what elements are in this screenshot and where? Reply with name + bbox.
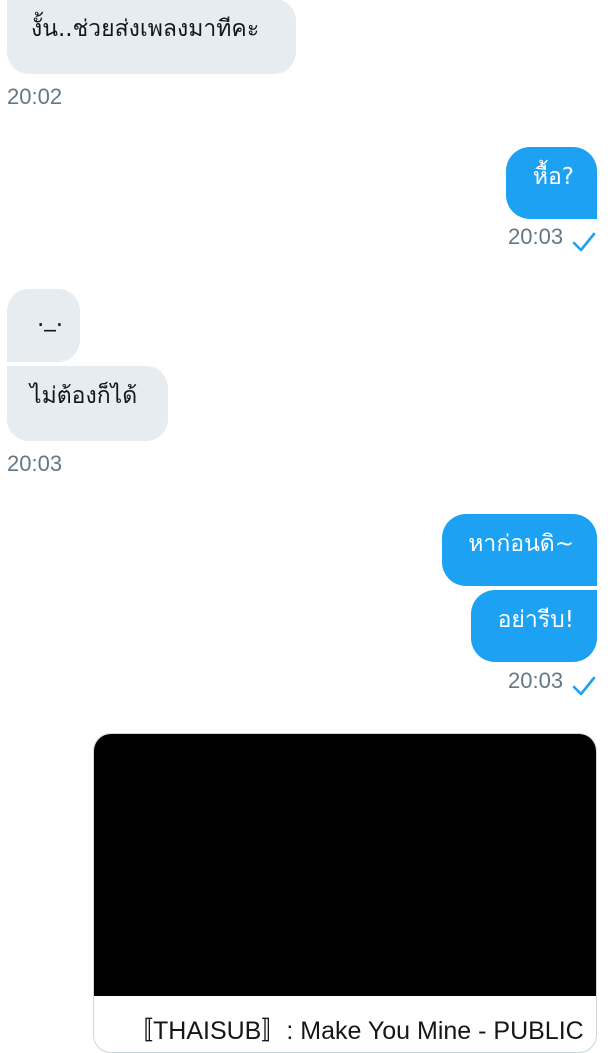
link-preview-card[interactable]: 〚THAISUB〛: Make You Mine - PUBLIC xyxy=(93,733,597,1053)
message-text: ไม่ต้องก็ได้ xyxy=(30,383,138,409)
message-text: หื้อ? xyxy=(532,164,574,190)
message-text: ._. xyxy=(37,306,64,332)
message-text: งั้น..ช่วยส่งเพลงมาทีคะ xyxy=(31,16,260,42)
message-timestamp: 20:03 xyxy=(508,668,564,693)
message-text: อย่ารีบ! xyxy=(497,607,574,633)
outgoing-message-bubble[interactable]: หื้อ? xyxy=(506,147,597,219)
video-thumbnail[interactable] xyxy=(94,734,596,996)
message-timestamp: 20:03 xyxy=(508,224,564,249)
incoming-message-bubble[interactable]: งั้น..ช่วยส่งเพลงมาทีคะ xyxy=(7,0,296,74)
incoming-message-bubble[interactable]: ไม่ต้องก็ได้ xyxy=(7,366,168,441)
outgoing-message-bubble[interactable]: อย่ารีบ! xyxy=(471,590,597,662)
message-text: หาก่อนดิ~ xyxy=(468,531,574,557)
message-timestamp: 20:02 xyxy=(7,84,63,109)
incoming-message-bubble[interactable]: ._. xyxy=(7,289,80,362)
checkmark-icon xyxy=(572,676,596,696)
message-timestamp: 20:03 xyxy=(7,451,63,476)
checkmark-icon xyxy=(572,232,596,252)
card-title[interactable]: 〚THAISUB〛: Make You Mine - PUBLIC xyxy=(128,1016,584,1046)
outgoing-message-bubble[interactable]: หาก่อนดิ~ xyxy=(442,514,597,586)
